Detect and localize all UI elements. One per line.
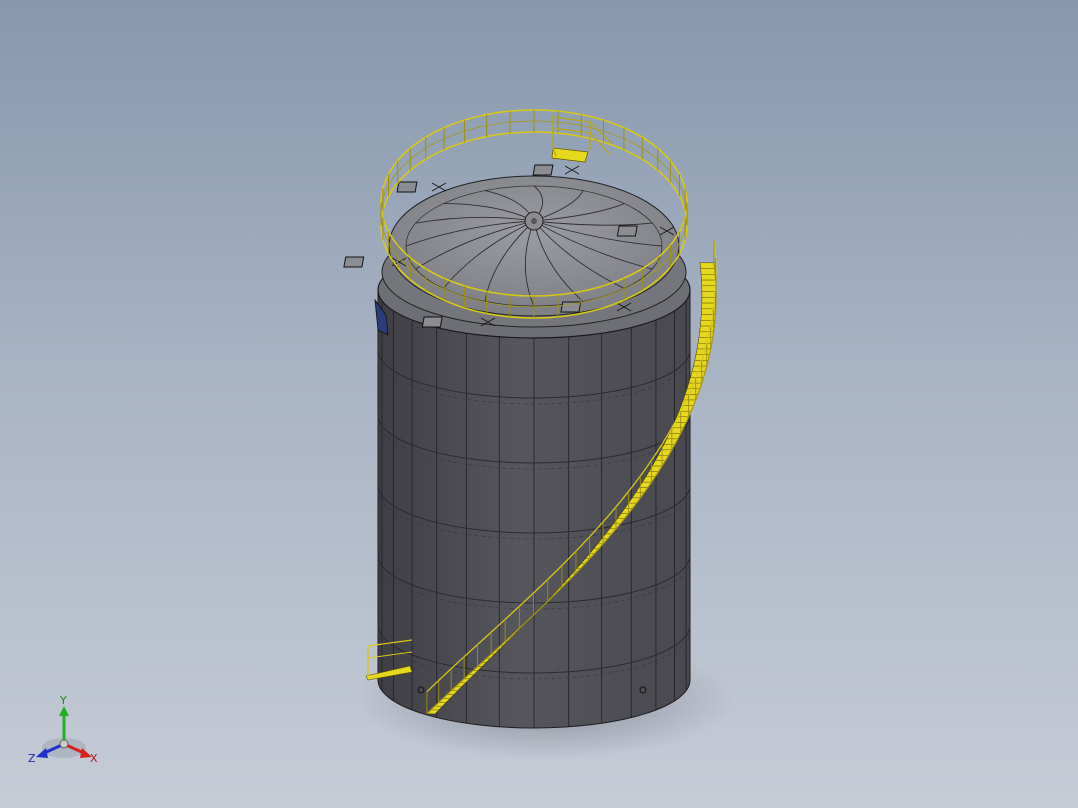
graphics-viewport[interactable]: Y X Z — [0, 0, 1078, 808]
roof-hatch[interactable] — [532, 164, 580, 176]
orientation-triad[interactable]: Y X Z — [22, 690, 112, 780]
tank-shell[interactable] — [374, 289, 691, 729]
tank-roof[interactable] — [343, 164, 691, 339]
tank-model[interactable] — [0, 0, 1078, 808]
y-axis-label: Y — [59, 694, 67, 707]
roof-hatch[interactable] — [396, 181, 447, 193]
z-axis-label: Z — [28, 752, 36, 765]
x-axis-label: X — [90, 752, 98, 765]
